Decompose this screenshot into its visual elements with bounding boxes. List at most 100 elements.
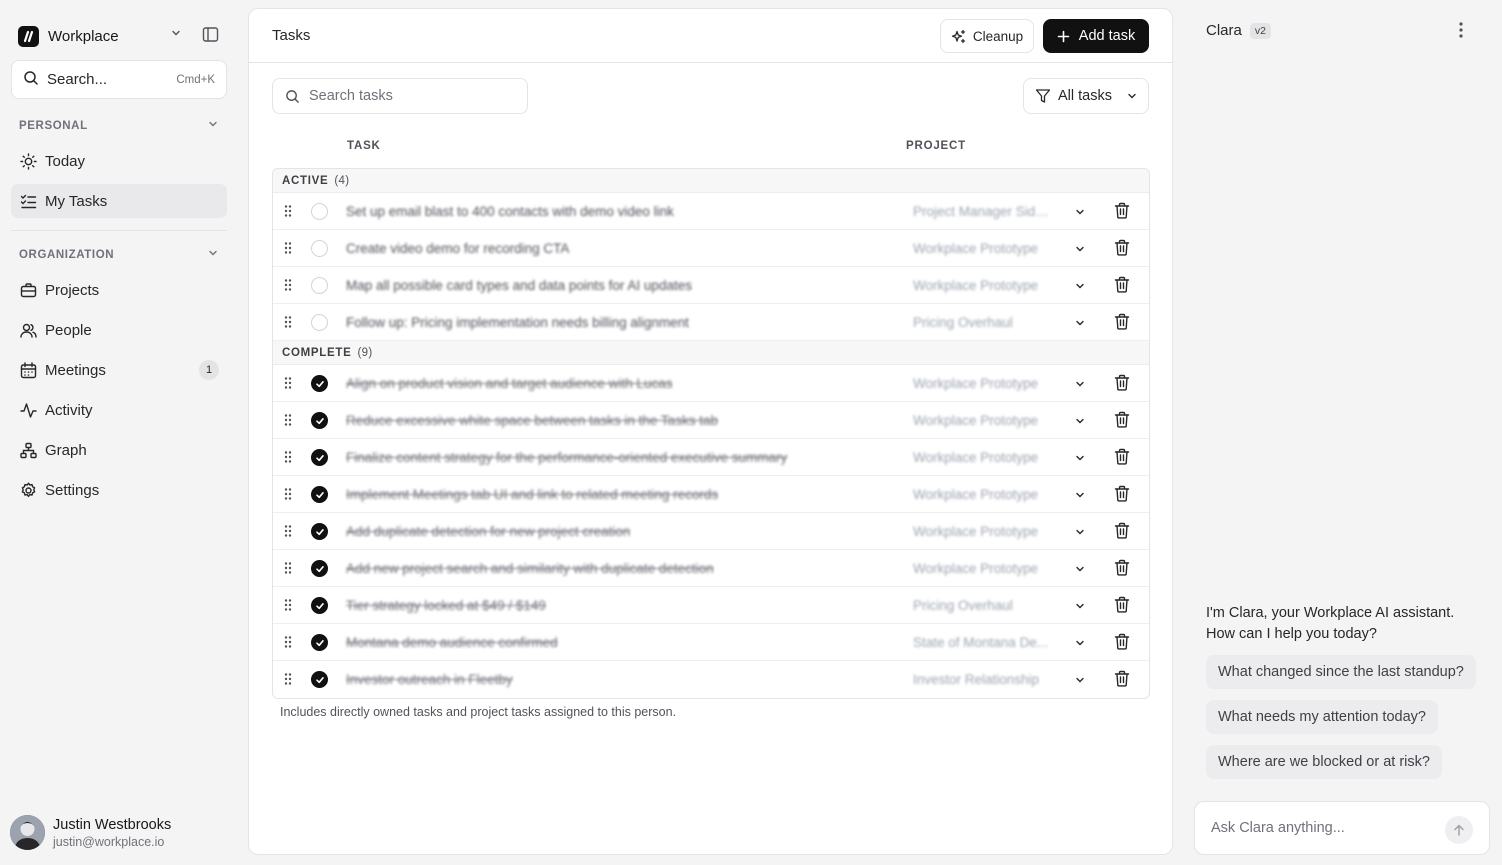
task-title[interactable]: Set up email blast to 400 contacts with … xyxy=(346,204,674,219)
task-checkbox[interactable] xyxy=(311,277,328,294)
global-search[interactable]: Search... Cmd+K xyxy=(11,60,227,99)
table-row[interactable]: Add duplicate detection for new project … xyxy=(273,513,1149,550)
chevron-down-icon[interactable] xyxy=(1074,488,1086,504)
sidebar-item-projects[interactable]: Projects xyxy=(11,273,227,307)
chevron-down-icon[interactable] xyxy=(1074,316,1086,332)
sidebar-item-settings[interactable]: Settings xyxy=(11,473,227,507)
trash-icon[interactable] xyxy=(1114,522,1130,542)
task-title[interactable]: Investor outreach in Fleetby xyxy=(346,672,513,687)
chevron-down-icon[interactable] xyxy=(1074,205,1086,221)
table-row[interactable]: Create video demo for recording CTA Workp… xyxy=(273,230,1149,267)
table-row[interactable]: Map all possible card types and data poi… xyxy=(273,267,1149,304)
chevron-down-icon[interactable] xyxy=(1074,377,1086,393)
table-row[interactable]: Add new project search and similarity wi… xyxy=(273,550,1149,587)
assistant-input[interactable]: Ask Clara anything... xyxy=(1194,801,1490,855)
trash-icon[interactable] xyxy=(1114,559,1130,579)
trash-icon[interactable] xyxy=(1114,596,1130,616)
suggestion-chip[interactable]: What changed since the last standup? xyxy=(1206,655,1476,689)
task-project[interactable]: Workplace Prototype xyxy=(913,376,1049,391)
sidebar-item-meetings[interactable]: Meetings 1 xyxy=(11,353,227,387)
trash-icon[interactable] xyxy=(1114,485,1130,505)
sidebar-item-my-tasks[interactable]: My Tasks xyxy=(11,184,227,218)
drag-handle-icon[interactable] xyxy=(283,561,293,578)
task-checkbox[interactable] xyxy=(311,314,328,331)
drag-handle-icon[interactable] xyxy=(283,635,293,652)
drag-handle-icon[interactable] xyxy=(283,413,293,430)
sidebar-item-today[interactable]: Today xyxy=(11,144,227,178)
task-project[interactable]: Pricing Overhaul xyxy=(913,315,1049,330)
task-title[interactable]: Finalize content strategy for the perfor… xyxy=(346,450,787,465)
task-title[interactable]: Add duplicate detection for new project … xyxy=(346,524,630,539)
sidebar-item-activity[interactable]: Activity xyxy=(11,393,227,427)
table-row[interactable]: Follow up: Pricing implementation needs … xyxy=(273,304,1149,341)
task-checkbox[interactable] xyxy=(311,203,328,220)
table-row[interactable]: Align on product vision and target audie… xyxy=(273,365,1149,402)
trash-icon[interactable] xyxy=(1114,411,1130,431)
task-project[interactable]: Investor Relationship xyxy=(913,672,1049,687)
task-checkbox[interactable] xyxy=(311,486,328,503)
drag-handle-icon[interactable] xyxy=(283,672,293,689)
task-title[interactable]: Implement Meetings tab UI and link to re… xyxy=(346,487,718,502)
drag-handle-icon[interactable] xyxy=(283,487,293,504)
task-title[interactable]: Create video demo for recording CTA xyxy=(346,241,569,256)
task-title[interactable]: Montana demo audience confirmed xyxy=(346,635,558,650)
task-project[interactable]: Workplace Prototype xyxy=(913,561,1049,576)
trash-icon[interactable] xyxy=(1114,670,1130,690)
drag-handle-icon[interactable] xyxy=(283,450,293,467)
drag-handle-icon[interactable] xyxy=(283,524,293,541)
drag-handle-icon[interactable] xyxy=(283,315,293,332)
task-project[interactable]: Workplace Prototype xyxy=(913,241,1049,256)
task-checkbox[interactable] xyxy=(311,597,328,614)
drag-handle-icon[interactable] xyxy=(283,241,293,258)
task-checkbox[interactable] xyxy=(311,449,328,466)
suggestion-chip[interactable]: Where are we blocked or at risk? xyxy=(1206,745,1442,779)
table-row[interactable]: Tier strategy locked at $49 / $149 Pricin… xyxy=(273,587,1149,624)
user-profile[interactable]: Justin Westbrooks justin@workplace.io xyxy=(10,815,171,850)
trash-icon[interactable] xyxy=(1114,448,1130,468)
task-title[interactable]: Tier strategy locked at $49 / $149 xyxy=(346,598,546,613)
cleanup-button[interactable]: Cleanup xyxy=(940,19,1034,53)
trash-icon[interactable] xyxy=(1114,239,1130,259)
task-project[interactable]: Workplace Prototype xyxy=(913,450,1049,465)
drag-handle-icon[interactable] xyxy=(283,204,293,221)
task-checkbox[interactable] xyxy=(311,412,328,429)
chevron-down-icon[interactable] xyxy=(1074,562,1086,578)
table-row[interactable]: Set up email blast to 400 contacts with … xyxy=(273,193,1149,230)
chevron-down-icon[interactable] xyxy=(1074,279,1086,295)
task-checkbox[interactable] xyxy=(311,375,328,392)
drag-handle-icon[interactable] xyxy=(283,598,293,615)
task-checkbox[interactable] xyxy=(311,671,328,688)
task-search-input[interactable]: Search tasks xyxy=(272,78,528,114)
task-project[interactable]: Workplace Prototype xyxy=(913,524,1049,539)
trash-icon[interactable] xyxy=(1114,202,1130,222)
chevron-down-icon[interactable] xyxy=(1074,636,1086,652)
task-project[interactable]: State of Montana De... xyxy=(913,635,1049,650)
task-project[interactable]: Project Manager Side... xyxy=(913,204,1049,219)
section-organization[interactable]: ORGANIZATION xyxy=(19,247,219,262)
send-button[interactable] xyxy=(1445,816,1473,844)
task-checkbox[interactable] xyxy=(311,634,328,651)
table-row[interactable]: Montana demo audience confirmed State of … xyxy=(273,624,1149,661)
task-checkbox[interactable] xyxy=(311,523,328,540)
task-checkbox[interactable] xyxy=(311,560,328,577)
task-project[interactable]: Pricing Overhaul xyxy=(913,598,1049,613)
add-task-button[interactable]: Add task xyxy=(1043,19,1149,53)
task-project[interactable]: Workplace Prototype xyxy=(913,413,1049,428)
chevron-down-icon[interactable] xyxy=(1074,414,1086,430)
table-row[interactable]: Reduce excessive white space between tas… xyxy=(273,402,1149,439)
drag-handle-icon[interactable] xyxy=(283,278,293,295)
more-options-icon[interactable] xyxy=(1453,20,1469,43)
chevron-down-icon[interactable] xyxy=(1074,599,1086,615)
task-project[interactable]: Workplace Prototype xyxy=(913,278,1049,293)
trash-icon[interactable] xyxy=(1114,313,1130,333)
task-title[interactable]: Align on product vision and target audie… xyxy=(346,376,672,391)
task-title[interactable]: Add new project search and similarity wi… xyxy=(346,561,714,576)
chevron-down-icon[interactable] xyxy=(1074,451,1086,467)
trash-icon[interactable] xyxy=(1114,633,1130,653)
chevron-down-icon[interactable] xyxy=(170,26,182,42)
section-personal[interactable]: PERSONAL xyxy=(19,118,219,133)
suggestion-chip[interactable]: What needs my attention today? xyxy=(1206,700,1438,734)
chevron-down-icon[interactable] xyxy=(1074,525,1086,541)
sidebar-item-people[interactable]: People xyxy=(11,313,227,347)
sidebar-toggle-icon[interactable] xyxy=(202,26,219,46)
